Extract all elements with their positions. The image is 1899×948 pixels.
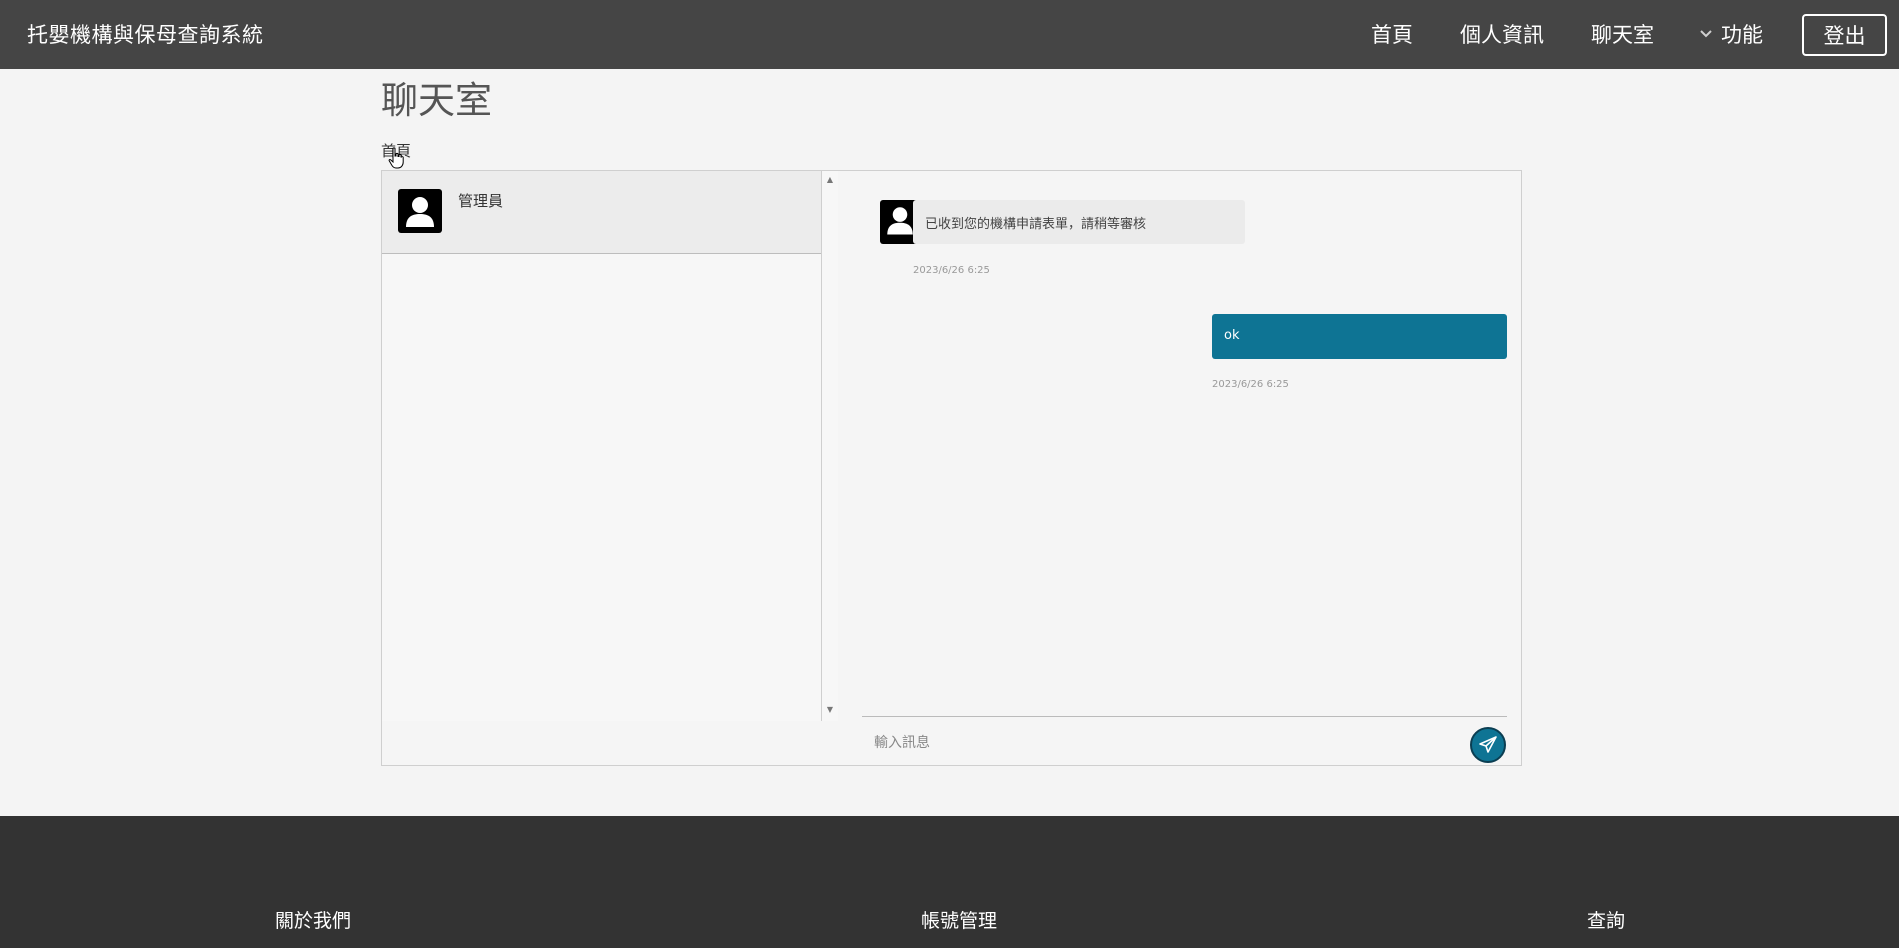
nav-profile-link[interactable]: 個人資訊 (1460, 19, 1544, 49)
top-navbar: 托嬰機構與保母查詢系統 首頁 個人資訊 聊天室 功能 登出 (0, 0, 1899, 69)
contact-name: 管理員 (458, 192, 504, 210)
message-input[interactable] (874, 729, 1454, 757)
message-thread: 已收到您的機構申請表單，請稍等審核 2023/6/26 6:25 ok 2023… (838, 171, 1521, 721)
chat-panel: 管理員 ▲ ▼ 已收到您的機構申請表單，請稍等審核 2023/6/26 6:25… (381, 170, 1522, 766)
paper-plane-icon (1479, 736, 1497, 753)
hand-pointer-icon (388, 147, 404, 169)
avatar (398, 189, 442, 233)
contact-list-scrollbar[interactable]: ▲ ▼ (822, 171, 838, 721)
send-button[interactable] (1470, 727, 1506, 763)
chevron-down-icon (1700, 30, 1712, 38)
contact-list: 管理員 (382, 171, 822, 721)
logout-button[interactable]: 登出 (1802, 14, 1887, 56)
nav-chat-link[interactable]: 聊天室 (1591, 19, 1654, 49)
compose-divider (862, 716, 1507, 717)
user-silhouette-icon (406, 197, 434, 227)
footer-search-heading[interactable]: 查詢 (1587, 906, 1625, 933)
contact-item-admin[interactable]: 管理員 (382, 171, 821, 254)
nav-functions-label: 功能 (1721, 23, 1763, 47)
page-title: 聊天室 (381, 79, 492, 122)
message-timestamp: 2023/6/26 6:25 (1212, 379, 1289, 390)
footer: 關於我們 帳號管理 查詢 (0, 816, 1899, 948)
footer-account-heading[interactable]: 帳號管理 (921, 906, 997, 933)
incoming-message-bubble: 已收到您的機構申請表單，請稍等審核 (913, 200, 1245, 244)
message-timestamp: 2023/6/26 6:25 (913, 265, 990, 276)
scroll-down-arrow-icon[interactable]: ▼ (825, 705, 835, 715)
nav-functions-dropdown[interactable]: 功能 (1699, 19, 1763, 49)
nav-home-link[interactable]: 首頁 (1371, 19, 1413, 49)
site-brand[interactable]: 托嬰機構與保母查詢系統 (27, 19, 264, 49)
outgoing-message-bubble: ok (1212, 314, 1507, 359)
scroll-up-arrow-icon[interactable]: ▲ (825, 175, 835, 185)
footer-about-heading[interactable]: 關於我們 (275, 906, 351, 933)
